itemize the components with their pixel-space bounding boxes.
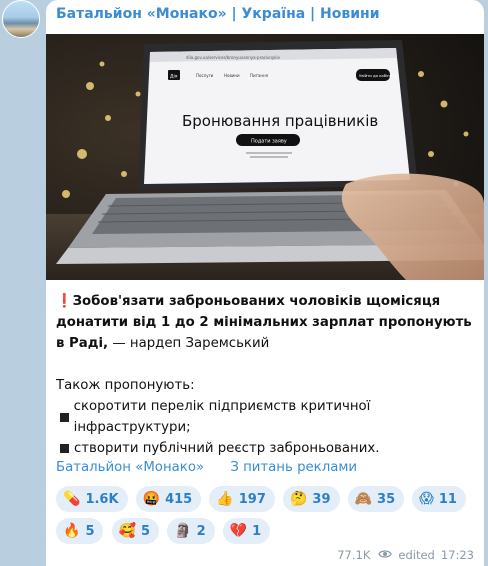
also-label: Також пропонують: — [56, 378, 195, 393]
view-count: 77.1K — [337, 548, 371, 562]
post-photo[interactable]: diia.gov.ua/services/bronyuvannya-praciv… — [46, 34, 484, 280]
channel-name[interactable]: Батальйон «Монако» | Україна | Новини — [56, 6, 380, 22]
list-item: створити публічний реєстр заброньованих. — [56, 438, 476, 459]
eye-icon — [378, 548, 393, 562]
pill-icon: 💊 — [63, 491, 81, 507]
black-square-icon — [60, 444, 69, 453]
screen-button: Подати заяву — [251, 139, 287, 145]
reaction-pill[interactable]: 💊 1.6K — [56, 486, 128, 512]
see-no-evil-monkey-icon: 🙈 — [354, 491, 373, 507]
moai-icon: 🗿 — [174, 523, 192, 539]
channel-avatar[interactable] — [2, 0, 40, 38]
screen-nav-questions: Питання — [250, 73, 269, 78]
screen-url: diia.gov.ua/services/bronyuvannya-praciv… — [186, 55, 281, 60]
reaction-pill[interactable]: 🤔 39 — [282, 486, 340, 512]
reactions-bar: 💊 1.6K 🤬 415 👍 197 🤔 39 🙈 35 😱 11 🔥 5 🥰 5 🗿 2 💔 1 — [56, 486, 476, 550]
screaming-face-icon: 😱 — [419, 491, 434, 507]
screen-nav-news: Новини — [224, 73, 240, 78]
reaction-pill[interactable]: 🔥 5 — [56, 518, 104, 544]
reaction-pill[interactable]: 🤬 415 — [135, 486, 202, 512]
angry-face-icon: 🤬 — [142, 491, 161, 507]
broken-heart-icon: 💔 — [229, 523, 248, 539]
message-author: — нардеп Заремський — [108, 336, 270, 351]
channel-link[interactable]: Батальйон «Монако» — [56, 460, 204, 475]
diia-logo: Дія — [170, 74, 178, 80]
screen-nav-services: Послуги — [196, 73, 214, 78]
message-links: Батальйон «Монако» З питань реклами — [56, 460, 379, 475]
message-bubble: Батальйон «Монако» | Україна | Новини di… — [46, 0, 484, 566]
screen-login-button: Увійти до кабінету — [359, 73, 397, 78]
smiling-hearts-icon: 🥰 — [118, 523, 137, 539]
thumbs-up-icon: 👍 — [216, 491, 234, 507]
message-time: 17:23 — [440, 548, 474, 562]
ads-link[interactable]: З питань реклами — [230, 460, 357, 475]
reaction-pill[interactable]: 💔 1 — [222, 518, 271, 544]
reaction-pill[interactable]: 🗿 2 — [167, 518, 215, 544]
reaction-pill[interactable]: 🙈 35 — [347, 486, 405, 512]
fire-icon: 🔥 — [63, 523, 81, 539]
message-meta: 77.1K edited 17:23 — [337, 548, 474, 562]
reaction-pill[interactable]: 😱 11 — [412, 486, 466, 512]
thinking-face-icon: 🤔 — [289, 491, 308, 507]
message-text: ❗Зобов'язати заброньованих чоловіків щом… — [56, 291, 476, 459]
laptop-photo-illustration: diia.gov.ua/services/bronyuvannya-praciv… — [46, 34, 484, 280]
red-exclamation-icon: ❗ — [56, 294, 73, 309]
edited-label: edited — [398, 548, 435, 562]
reaction-pill[interactable]: 👍 197 — [209, 486, 275, 512]
list-item: скоротити перелік підприємств критичної … — [56, 396, 476, 438]
reaction-pill[interactable]: 🥰 5 — [111, 518, 160, 544]
screen-title: Бронювання працівників — [182, 112, 378, 130]
black-square-icon — [60, 412, 69, 422]
